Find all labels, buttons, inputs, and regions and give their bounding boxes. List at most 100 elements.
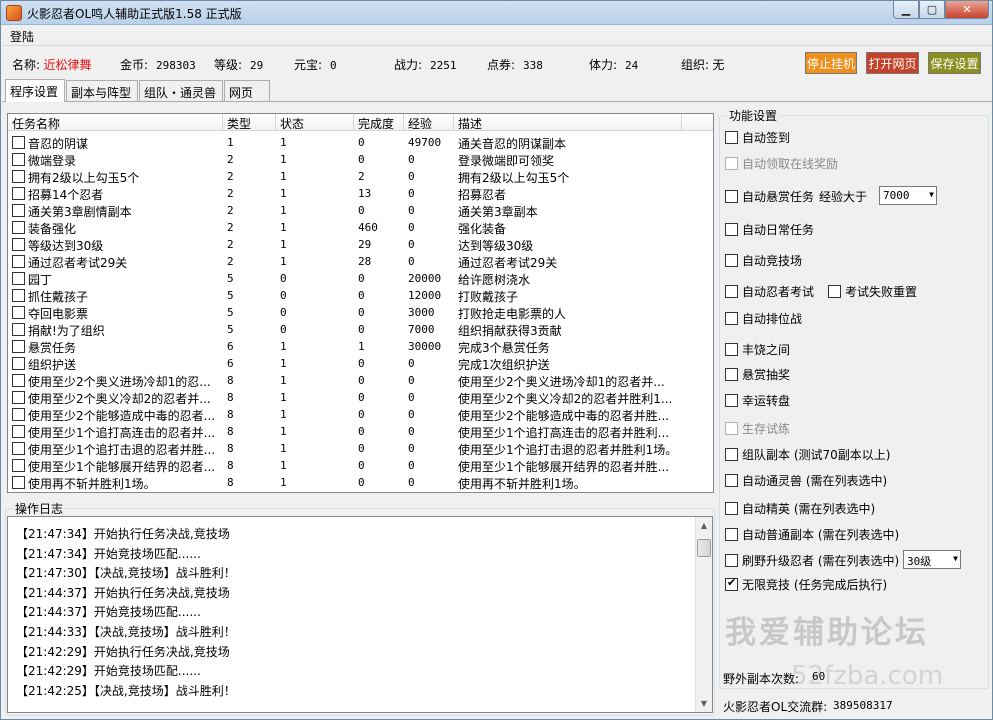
table-cell: 登录微端即可领奖 xyxy=(458,154,555,168)
auto-online-reward-checkbox[interactable]: 自动领取在线奖励 xyxy=(725,155,838,172)
row-checkbox[interactable] xyxy=(12,391,25,404)
table-cell: 0 xyxy=(358,204,365,217)
auto-arena-checkbox[interactable]: 自动竞技场 xyxy=(725,252,802,269)
table-row[interactable]: 夺回电影票 5 0 0 3000 打败抢走电影票的人 xyxy=(8,304,713,321)
scroll-thumb[interactable] xyxy=(697,539,711,557)
row-checkbox[interactable] xyxy=(12,476,25,489)
col-task-name[interactable]: 任务名称 xyxy=(8,114,223,131)
row-checkbox[interactable] xyxy=(12,459,25,472)
table-row[interactable]: 使用至少2个奥义冷却2的忍者并... 8 1 0 0 使用至少2个奥义冷却2的忍者并胜利1… xyxy=(8,389,713,406)
table-row[interactable]: 捐献!为了组织 5 0 0 7000 组织捐献获得3贡献 xyxy=(8,321,713,338)
table-cell: 通过忍者考试29关 xyxy=(458,256,558,270)
table-row[interactable]: 装备强化 2 1 460 0 强化装备 xyxy=(8,219,713,236)
tab-program-settings[interactable]: 程序设置 xyxy=(5,79,65,102)
table-cell: 使用至少2个能够造成中毒的忍者... xyxy=(28,409,216,423)
row-checkbox[interactable] xyxy=(12,170,25,183)
table-row[interactable]: 组织护送 6 1 0 0 完成1次组织护送 xyxy=(8,355,713,372)
table-row[interactable]: 使用至少1个追打高连击的忍者并... 8 1 0 0 使用至少1个追打高连击的忍者并胜利.… xyxy=(8,423,713,440)
scroll-down-icon[interactable]: ▼ xyxy=(696,695,712,712)
table-row[interactable]: 使用再不斩并胜利1场。 8 1 0 0 使用再不斩并胜利1场。 xyxy=(8,474,713,491)
table-row[interactable]: 悬赏任务 6 1 1 30000 完成3个悬赏任务 xyxy=(8,338,713,355)
table-row[interactable]: 音忍的阴谋 1 1 0 49700 通关音忍的阴谋副本 xyxy=(8,134,713,151)
survival-checkbox[interactable]: 生存试练 xyxy=(725,420,790,437)
table-row[interactable]: 通过忍者考试29关 2 1 28 0 通过忍者考试29关 xyxy=(8,253,713,270)
auto-bounty-checkbox[interactable]: 自动悬赏任务 xyxy=(725,188,814,205)
save-settings-button[interactable]: 保存设置 xyxy=(928,52,981,74)
row-checkbox[interactable] xyxy=(12,289,25,302)
table-cell: 0 xyxy=(358,476,365,489)
table-cell: 使用至少1个追打击退的忍者并胜利1场。 xyxy=(458,443,678,457)
open-web-button[interactable]: 打开网页 xyxy=(866,52,919,74)
row-checkbox[interactable] xyxy=(12,255,25,268)
table-row[interactable]: 使用至少1个能够展开结界的忍者... 8 1 0 0 使用至少1个能够展开结界的忍者并胜.… xyxy=(8,457,713,474)
log-scrollbar[interactable]: ▲ ▼ xyxy=(695,517,712,712)
window-title: 火影忍者OL鸣人辅助正式版1.58 正式版 xyxy=(27,7,242,21)
table-row[interactable]: 微端登录 2 1 0 0 登录微端即可领奖 xyxy=(8,151,713,168)
bounty-draw-checkbox[interactable]: 悬赏抽奖 xyxy=(725,366,790,383)
col-status[interactable]: 状态 xyxy=(276,114,354,131)
scroll-up-icon[interactable]: ▲ xyxy=(696,517,712,534)
row-checkbox[interactable] xyxy=(12,306,25,319)
row-checkbox[interactable] xyxy=(12,204,25,217)
table-row[interactable]: 使用至少1个追打击退的忍者并胜... 8 1 0 0 使用至少1个追打击退的忍者并胜利1场… xyxy=(8,440,713,457)
row-checkbox[interactable] xyxy=(12,136,25,149)
col-description[interactable]: 描述 xyxy=(454,114,682,131)
maximize-button[interactable]: ▢ xyxy=(919,1,945,19)
col-progress[interactable]: 完成度 xyxy=(354,114,404,131)
task-list[interactable]: 任务名称 类型 状态 完成度 经验 描述 音忍的阴谋 1 1 0 49700 通关音忍的阴… xyxy=(7,113,714,493)
table-row[interactable]: 抓住戴孩子 5 0 0 12000 打败戴孩子 xyxy=(8,287,713,304)
row-checkbox[interactable] xyxy=(12,357,25,370)
table-cell: 使用至少2个能够造成中毒的忍者并胜... xyxy=(458,409,670,423)
auto-summon-checkbox[interactable]: 自动通灵兽 (需在列表选中) xyxy=(725,472,887,489)
row-checkbox[interactable] xyxy=(12,425,25,438)
row-checkbox[interactable] xyxy=(12,153,25,166)
wild-level-checkbox[interactable]: 刷野升级忍者 (需在列表选中) xyxy=(725,552,899,569)
exp-threshold-select[interactable]: 7000 ▼ xyxy=(879,186,937,205)
minimize-button[interactable]: ▁ xyxy=(893,1,919,19)
table-cell: 通关第3章剧情副本 xyxy=(28,205,132,219)
auto-exam-checkbox[interactable]: 自动忍者考试 xyxy=(725,283,814,300)
group-number: 389508317 xyxy=(833,699,893,712)
stop-hangup-button[interactable]: 停止挂机 xyxy=(805,52,857,74)
table-row[interactable]: 通关第3章剧情副本 2 1 0 0 通关第3章副本 xyxy=(8,202,713,219)
table-row[interactable]: 使用至少2个奥义进场冷却1的忍... 8 1 0 0 使用至少2个奥义进场冷却1的忍者并.… xyxy=(8,372,713,389)
feast-checkbox[interactable]: 丰饶之间 xyxy=(725,341,790,358)
table-cell: 0 xyxy=(280,272,287,285)
table-row[interactable]: 拥有2级以上勾玉5个 2 1 2 0 拥有2级以上勾玉5个 xyxy=(8,168,713,185)
row-checkbox[interactable] xyxy=(12,323,25,336)
auto-daily-checkbox[interactable]: 自动日常任务 xyxy=(725,221,814,238)
table-row[interactable]: 等级达到30级 2 1 29 0 达到等级30级 xyxy=(8,236,713,253)
auto-elite-checkbox[interactable]: 自动精英 (需在列表选中) xyxy=(725,500,875,517)
table-row[interactable]: 园丁 5 0 0 20000 给许愿树浇水 xyxy=(8,270,713,287)
table-row[interactable]: 招募14个忍者 2 1 13 0 招募忍者 xyxy=(8,185,713,202)
row-checkbox[interactable] xyxy=(12,442,25,455)
row-checkbox[interactable] xyxy=(12,238,25,251)
wild-level-select[interactable]: 30级 ▼ xyxy=(903,550,961,569)
wild-count-value: 60 xyxy=(812,670,826,683)
auto-rank-checkbox[interactable]: 自动排位战 xyxy=(725,310,802,327)
auto-normal-checkbox[interactable]: 自动普通副本 (需在列表选中) xyxy=(725,526,899,543)
tab-web[interactable]: 网页 xyxy=(224,80,270,101)
team-dungeon-checkbox[interactable]: 组队副本 (测试70副本以上) xyxy=(725,446,890,463)
table-cell: 0 xyxy=(358,408,365,421)
row-checkbox[interactable] xyxy=(12,374,25,387)
table-cell: 2 xyxy=(227,153,234,166)
row-checkbox[interactable] xyxy=(12,272,25,285)
tab-dungeon-formation[interactable]: 副本与阵型 xyxy=(66,80,138,101)
lucky-wheel-checkbox[interactable]: 幸运转盘 xyxy=(725,392,790,409)
col-exp[interactable]: 经验 xyxy=(404,114,454,131)
row-checkbox[interactable] xyxy=(12,408,25,421)
log-box[interactable]: 【21:47:34】开始执行任务决战,竞技场 【21:47:34】开始竞技场匹配.… xyxy=(7,516,713,713)
close-button[interactable]: ✕ xyxy=(945,1,989,19)
tab-team-summon[interactable]: 组队・通灵兽 xyxy=(139,80,223,101)
table-row[interactable]: 使用至少2个能够造成中毒的忍者... 8 1 0 0 使用至少2个能够造成中毒的忍者并胜.… xyxy=(8,406,713,423)
table-cell: 1 xyxy=(280,187,287,200)
row-checkbox[interactable] xyxy=(12,221,25,234)
col-type[interactable]: 类型 xyxy=(223,114,276,131)
row-checkbox[interactable] xyxy=(12,187,25,200)
menu-login[interactable]: 登陆 xyxy=(10,28,34,45)
exam-reset-checkbox[interactable]: 考试失败重置 xyxy=(828,283,917,300)
infinite-arena-checkbox[interactable]: 无限竞技 (任务完成后执行) xyxy=(725,576,887,593)
row-checkbox[interactable] xyxy=(12,340,25,353)
auto-signin-checkbox[interactable]: 自动签到 xyxy=(725,129,790,146)
